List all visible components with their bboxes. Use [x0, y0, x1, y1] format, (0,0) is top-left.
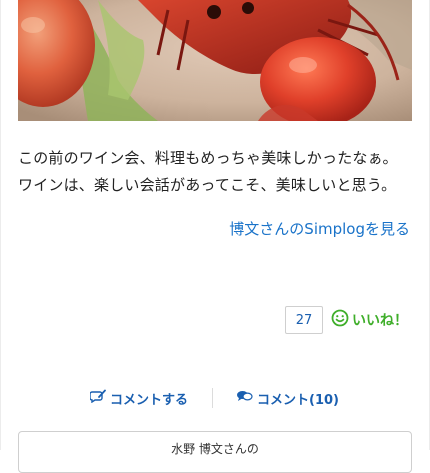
like-area: 27 いいね！ — [285, 306, 408, 334]
write-comment-button[interactable]: コメントする — [89, 384, 189, 412]
like-button[interactable]: いいね！ — [331, 309, 408, 331]
author-footer-text: 水野 博文さんの — [171, 442, 259, 456]
card-border-left — [0, 0, 1, 450]
author-footer-button[interactable]: 水野 博文さんの — [18, 431, 412, 473]
post-photo[interactable] — [18, 0, 412, 121]
post-actions: コメントする コメント(10) — [0, 384, 430, 412]
post-caption: この前のワイン会、料理もめっちゃ美味しかったなぁ。 ワインは、楽しい会話があって… — [18, 145, 418, 199]
like-label: いいね！ — [352, 313, 408, 329]
comments-count-label: コメント(10) — [257, 392, 339, 408]
like-count: 27 — [285, 306, 323, 334]
view-comments-button[interactable]: コメント(10) — [236, 384, 339, 412]
caption-line: ワインは、楽しい会話があってこそ、美味しいと思う。 — [18, 176, 397, 194]
caption-line: この前のワイン会、料理もめっちゃ美味しかったなぁ。 — [18, 149, 398, 167]
post-card: この前のワイン会、料理もめっちゃ美味しかったなぁ。 ワインは、楽しい会話があって… — [0, 0, 430, 473]
pencil-comment-icon — [89, 389, 110, 407]
actions-divider — [212, 388, 213, 408]
view-simplog-link[interactable]: 博文さんのSimplogを見る — [229, 218, 410, 239]
write-comment-label: コメントする — [110, 392, 189, 408]
smiley-icon — [331, 309, 352, 331]
speech-bubbles-icon — [236, 389, 257, 407]
